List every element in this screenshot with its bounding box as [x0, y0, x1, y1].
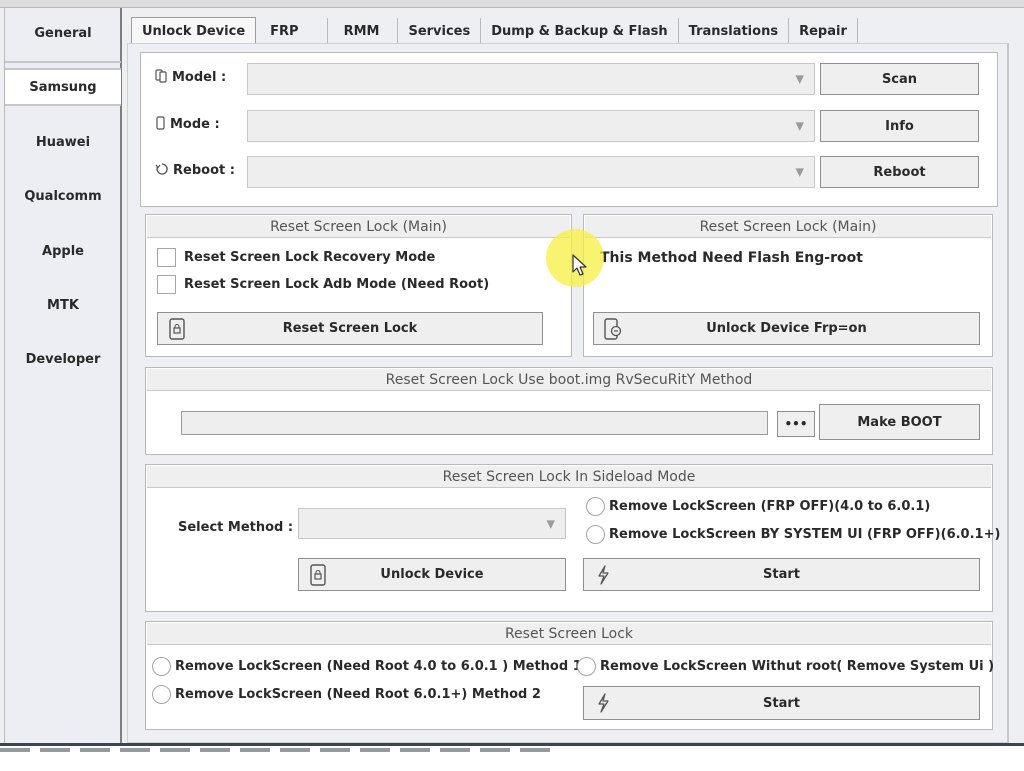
title-bar-edge	[0, 0, 1024, 8]
sideload-option-system-ui[interactable]: Remove LockScreen BY SYSTEM UI (FRP OFF)…	[586, 525, 1000, 544]
scan-button[interactable]: Scan	[820, 63, 979, 95]
panel-title: Reset Screen Lock (Main)	[147, 216, 570, 238]
sidebar-item-mtk[interactable]: MTK	[5, 286, 121, 324]
reset-screen-lock-button[interactable]: Reset Screen Lock	[157, 312, 543, 345]
make-boot-button[interactable]: Make BOOT	[819, 404, 980, 440]
tab-dump-backup-flash[interactable]: Dump & Backup & Flash	[481, 18, 679, 44]
panel-title: Reset Screen Lock	[147, 623, 991, 645]
adb-mode-checkbox[interactable]	[157, 275, 176, 294]
tab-content: Model : ▼ Scan Mode : ▼ Info Reboot : ▼ …	[127, 43, 1009, 743]
sideload-mode-panel: Reset Screen Lock In Sideload Mode Selec…	[145, 464, 1000, 612]
lock-icon	[309, 563, 327, 586]
model-label: Model :	[155, 67, 226, 87]
panel-title: Reset Screen Lock Use boot.img RvSecuRit…	[147, 369, 991, 391]
recovery-mode-checkbox-row[interactable]: Reset Screen Lock Recovery Mode	[157, 248, 435, 267]
chevron-down-icon: ▼	[546, 517, 555, 530]
sidebar-item-apple[interactable]: Apple	[5, 232, 121, 270]
mode-select[interactable]: ▼	[247, 110, 815, 142]
unlock-device-button[interactable]: Unlock Device	[298, 558, 566, 591]
phone-icon	[155, 115, 166, 133]
chevron-down-icon: ▼	[795, 119, 804, 133]
sideload-start-button[interactable]: Start	[583, 558, 980, 591]
sidebar: General Samsung Huawei Qualcomm Apple MT…	[4, 8, 122, 743]
tab-services[interactable]: Services	[398, 18, 482, 44]
eng-root-note: This Method Need Flash Eng-root	[600, 250, 863, 266]
info-button[interactable]: Info	[820, 110, 979, 142]
lock-icon	[168, 317, 186, 340]
lightning-icon	[594, 564, 612, 586]
radio-button[interactable]	[586, 497, 605, 516]
root-method-1-option[interactable]: Remove LockScreen (Need Root 4.0 to 6.0.…	[152, 657, 582, 676]
adb-mode-checkbox-row[interactable]: Reset Screen Lock Adb Mode (Need Root)	[157, 275, 489, 294]
reboot-button[interactable]: Reboot	[820, 156, 979, 188]
tab-repair[interactable]: Repair	[789, 18, 858, 44]
panel-title: Reset Screen Lock In Sideload Mode	[147, 466, 991, 488]
reboot-select[interactable]: ▼	[247, 156, 815, 188]
phone-unlock-icon	[604, 317, 622, 340]
chevron-down-icon: ▼	[795, 72, 804, 86]
phones-icon	[155, 68, 168, 86]
lightning-icon	[594, 692, 612, 714]
tab-unlock-device[interactable]: Unlock Device	[131, 17, 257, 44]
browse-button[interactable]: •••	[777, 411, 815, 437]
unlock-device-frp-on-button[interactable]: Unlock Device Frp=on	[593, 312, 980, 345]
reset-screen-lock-panel: Reset Screen Lock Remove LockScreen (Nee…	[145, 621, 994, 730]
tab-rmm[interactable]: RMM	[328, 18, 399, 44]
tab-strip: Unlock Device FRP RMM Services Dump & Ba…	[131, 16, 858, 44]
sidebar-item-huawei[interactable]: Huawei	[5, 123, 121, 161]
sidebar-item-qualcomm[interactable]: Qualcomm	[5, 177, 121, 215]
tab-frp[interactable]: FRP	[260, 18, 328, 44]
reset-screen-lock-main-right-panel: Reset Screen Lock (Main) This Method Nee…	[583, 214, 993, 357]
model-select[interactable]: ▼	[247, 63, 815, 95]
sidebar-divider	[5, 61, 121, 63]
sideload-option-frp-off-4-to-6[interactable]: Remove LockScreen (FRP OFF)(4.0 to 6.0.1…	[586, 497, 930, 516]
tab-translations[interactable]: Translations	[679, 18, 790, 44]
root-method-2-option[interactable]: Remove LockScreen (Need Root 6.0.1+) Met…	[152, 685, 541, 704]
mode-label: Mode :	[155, 114, 220, 134]
radio-button[interactable]	[152, 657, 171, 676]
select-method-label: Select Method :	[178, 519, 294, 535]
chevron-down-icon: ▼	[795, 165, 804, 179]
sidebar-item-general[interactable]: General	[5, 14, 121, 52]
device-panel: Model : ▼ Scan Mode : ▼ Info Reboot : ▼ …	[140, 52, 998, 207]
boot-img-method-panel: Reset Screen Lock Use boot.img RvSecuRit…	[145, 367, 993, 455]
app-window: General Samsung Huawei Qualcomm Apple MT…	[0, 8, 1024, 746]
without-root-option[interactable]: Remove LockScreen Withut root( Remove Sy…	[577, 657, 994, 676]
background-text-fragment	[0, 748, 560, 752]
boot-img-path-input[interactable]	[181, 411, 768, 435]
refresh-icon	[155, 162, 169, 179]
reset-start-button[interactable]: Start	[583, 686, 980, 720]
panel-title: Reset Screen Lock (Main)	[585, 216, 991, 238]
sidebar-item-samsung[interactable]: Samsung	[5, 68, 121, 106]
radio-button[interactable]	[586, 525, 605, 544]
radio-button[interactable]	[577, 657, 596, 676]
select-method-dropdown[interactable]: ▼	[298, 508, 566, 539]
radio-button[interactable]	[152, 685, 171, 704]
reboot-label: Reboot :	[155, 160, 235, 180]
sidebar-item-developer[interactable]: Developer	[5, 340, 121, 378]
recovery-mode-checkbox[interactable]	[157, 248, 176, 267]
reset-screen-lock-main-left-panel: Reset Screen Lock (Main) Reset Screen Lo…	[145, 214, 572, 357]
